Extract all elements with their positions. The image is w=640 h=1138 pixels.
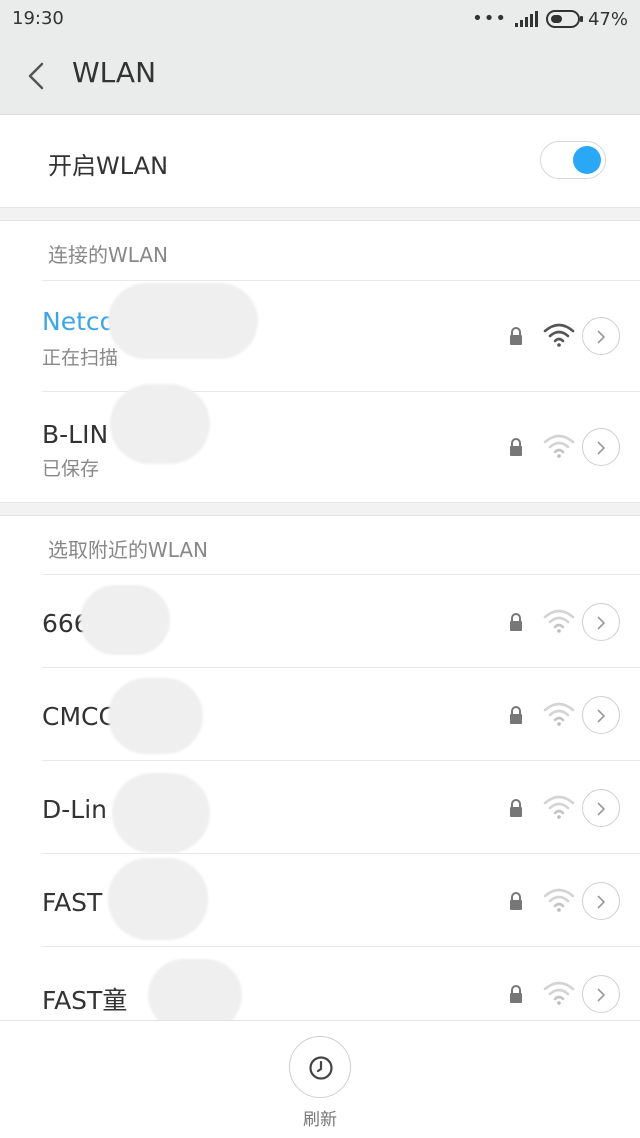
refresh-icon xyxy=(309,1056,333,1080)
wifi-weak-icon xyxy=(543,434,575,458)
status-bar: 19:30 ••• 47% xyxy=(0,0,640,38)
network-name: FAST童 xyxy=(42,986,128,1015)
page-title: WLAN xyxy=(72,56,157,89)
more-dots-icon: ••• xyxy=(472,8,507,29)
nearby-section-title: 选取附近的WLAN xyxy=(48,538,209,562)
bottom-bar: 刷新 xyxy=(0,1020,640,1138)
network-row-nearby-1[interactable]: 666 xyxy=(0,575,640,667)
refresh-label: 刷新 xyxy=(303,1110,337,1130)
wifi-weak-icon xyxy=(543,888,575,912)
network-detail-button[interactable] xyxy=(582,428,620,466)
title-bar: WLAN xyxy=(0,38,640,115)
status-time: 19:30 xyxy=(12,8,64,29)
redaction-blur xyxy=(108,678,203,754)
network-row-nearby-3[interactable]: D-Lin 816 xyxy=(0,761,640,853)
redaction-blur xyxy=(112,773,210,853)
network-status: 正在扫描 xyxy=(42,347,119,369)
chevron-right-icon xyxy=(597,441,606,455)
network-status: 已保存 xyxy=(42,458,100,480)
battery-percent: 47% xyxy=(587,8,628,30)
section-gap xyxy=(0,207,640,221)
back-arrow-icon[interactable] xyxy=(24,58,50,94)
network-detail-button[interactable] xyxy=(582,882,620,920)
chevron-right-icon xyxy=(597,802,606,816)
lock-icon xyxy=(510,799,522,817)
chevron-right-icon xyxy=(597,709,606,723)
wifi-weak-icon xyxy=(543,702,575,726)
network-detail-button[interactable] xyxy=(582,603,620,641)
lock-icon xyxy=(510,438,522,456)
redaction-blur xyxy=(110,384,210,464)
network-detail-button[interactable] xyxy=(582,789,620,827)
wifi-weak-icon xyxy=(543,609,575,633)
status-icons: ••• 47% xyxy=(472,8,628,30)
battery-fill xyxy=(550,15,562,23)
network-detail-button[interactable] xyxy=(582,317,620,355)
redaction-blur xyxy=(108,858,208,940)
connected-section-title: 连接的WLAN xyxy=(48,243,169,267)
refresh-button[interactable] xyxy=(289,1036,351,1098)
lock-icon xyxy=(510,706,522,724)
wlan-toggle-switch[interactable] xyxy=(540,141,606,179)
network-detail-button[interactable] xyxy=(582,975,620,1013)
network-row-connected-1[interactable]: Netco 正在扫描 xyxy=(0,281,640,391)
chevron-right-icon xyxy=(597,616,606,630)
lock-icon xyxy=(510,892,522,910)
chevron-right-icon xyxy=(597,330,606,344)
lock-icon xyxy=(510,613,522,631)
section-gap xyxy=(0,502,640,516)
redaction-blur xyxy=(80,585,170,655)
network-row-nearby-5[interactable]: FAST童 xyxy=(0,947,640,1031)
lock-icon xyxy=(510,327,522,345)
battery-icon xyxy=(545,10,583,28)
signal-icon xyxy=(514,11,538,27)
chevron-right-icon xyxy=(597,895,606,909)
lock-icon xyxy=(510,985,522,1003)
wifi-weak-icon xyxy=(543,981,575,1005)
redaction-blur xyxy=(108,283,258,359)
network-detail-button[interactable] xyxy=(582,696,620,734)
network-row-nearby-2[interactable]: CMCC m xyxy=(0,668,640,760)
network-row-connected-2[interactable]: B-LIN 310 已保存 xyxy=(0,384,640,502)
chevron-right-icon xyxy=(597,988,606,1002)
network-name: Netco xyxy=(42,307,115,336)
network-row-nearby-4[interactable]: FAST 04 xyxy=(0,854,640,946)
toggle-knob xyxy=(573,146,601,174)
wlan-toggle-label: 开启WLAN xyxy=(48,152,169,180)
wlan-toggle-row: 开启WLAN xyxy=(0,115,640,207)
wifi-strong-icon xyxy=(543,323,575,347)
wifi-weak-icon xyxy=(543,795,575,819)
